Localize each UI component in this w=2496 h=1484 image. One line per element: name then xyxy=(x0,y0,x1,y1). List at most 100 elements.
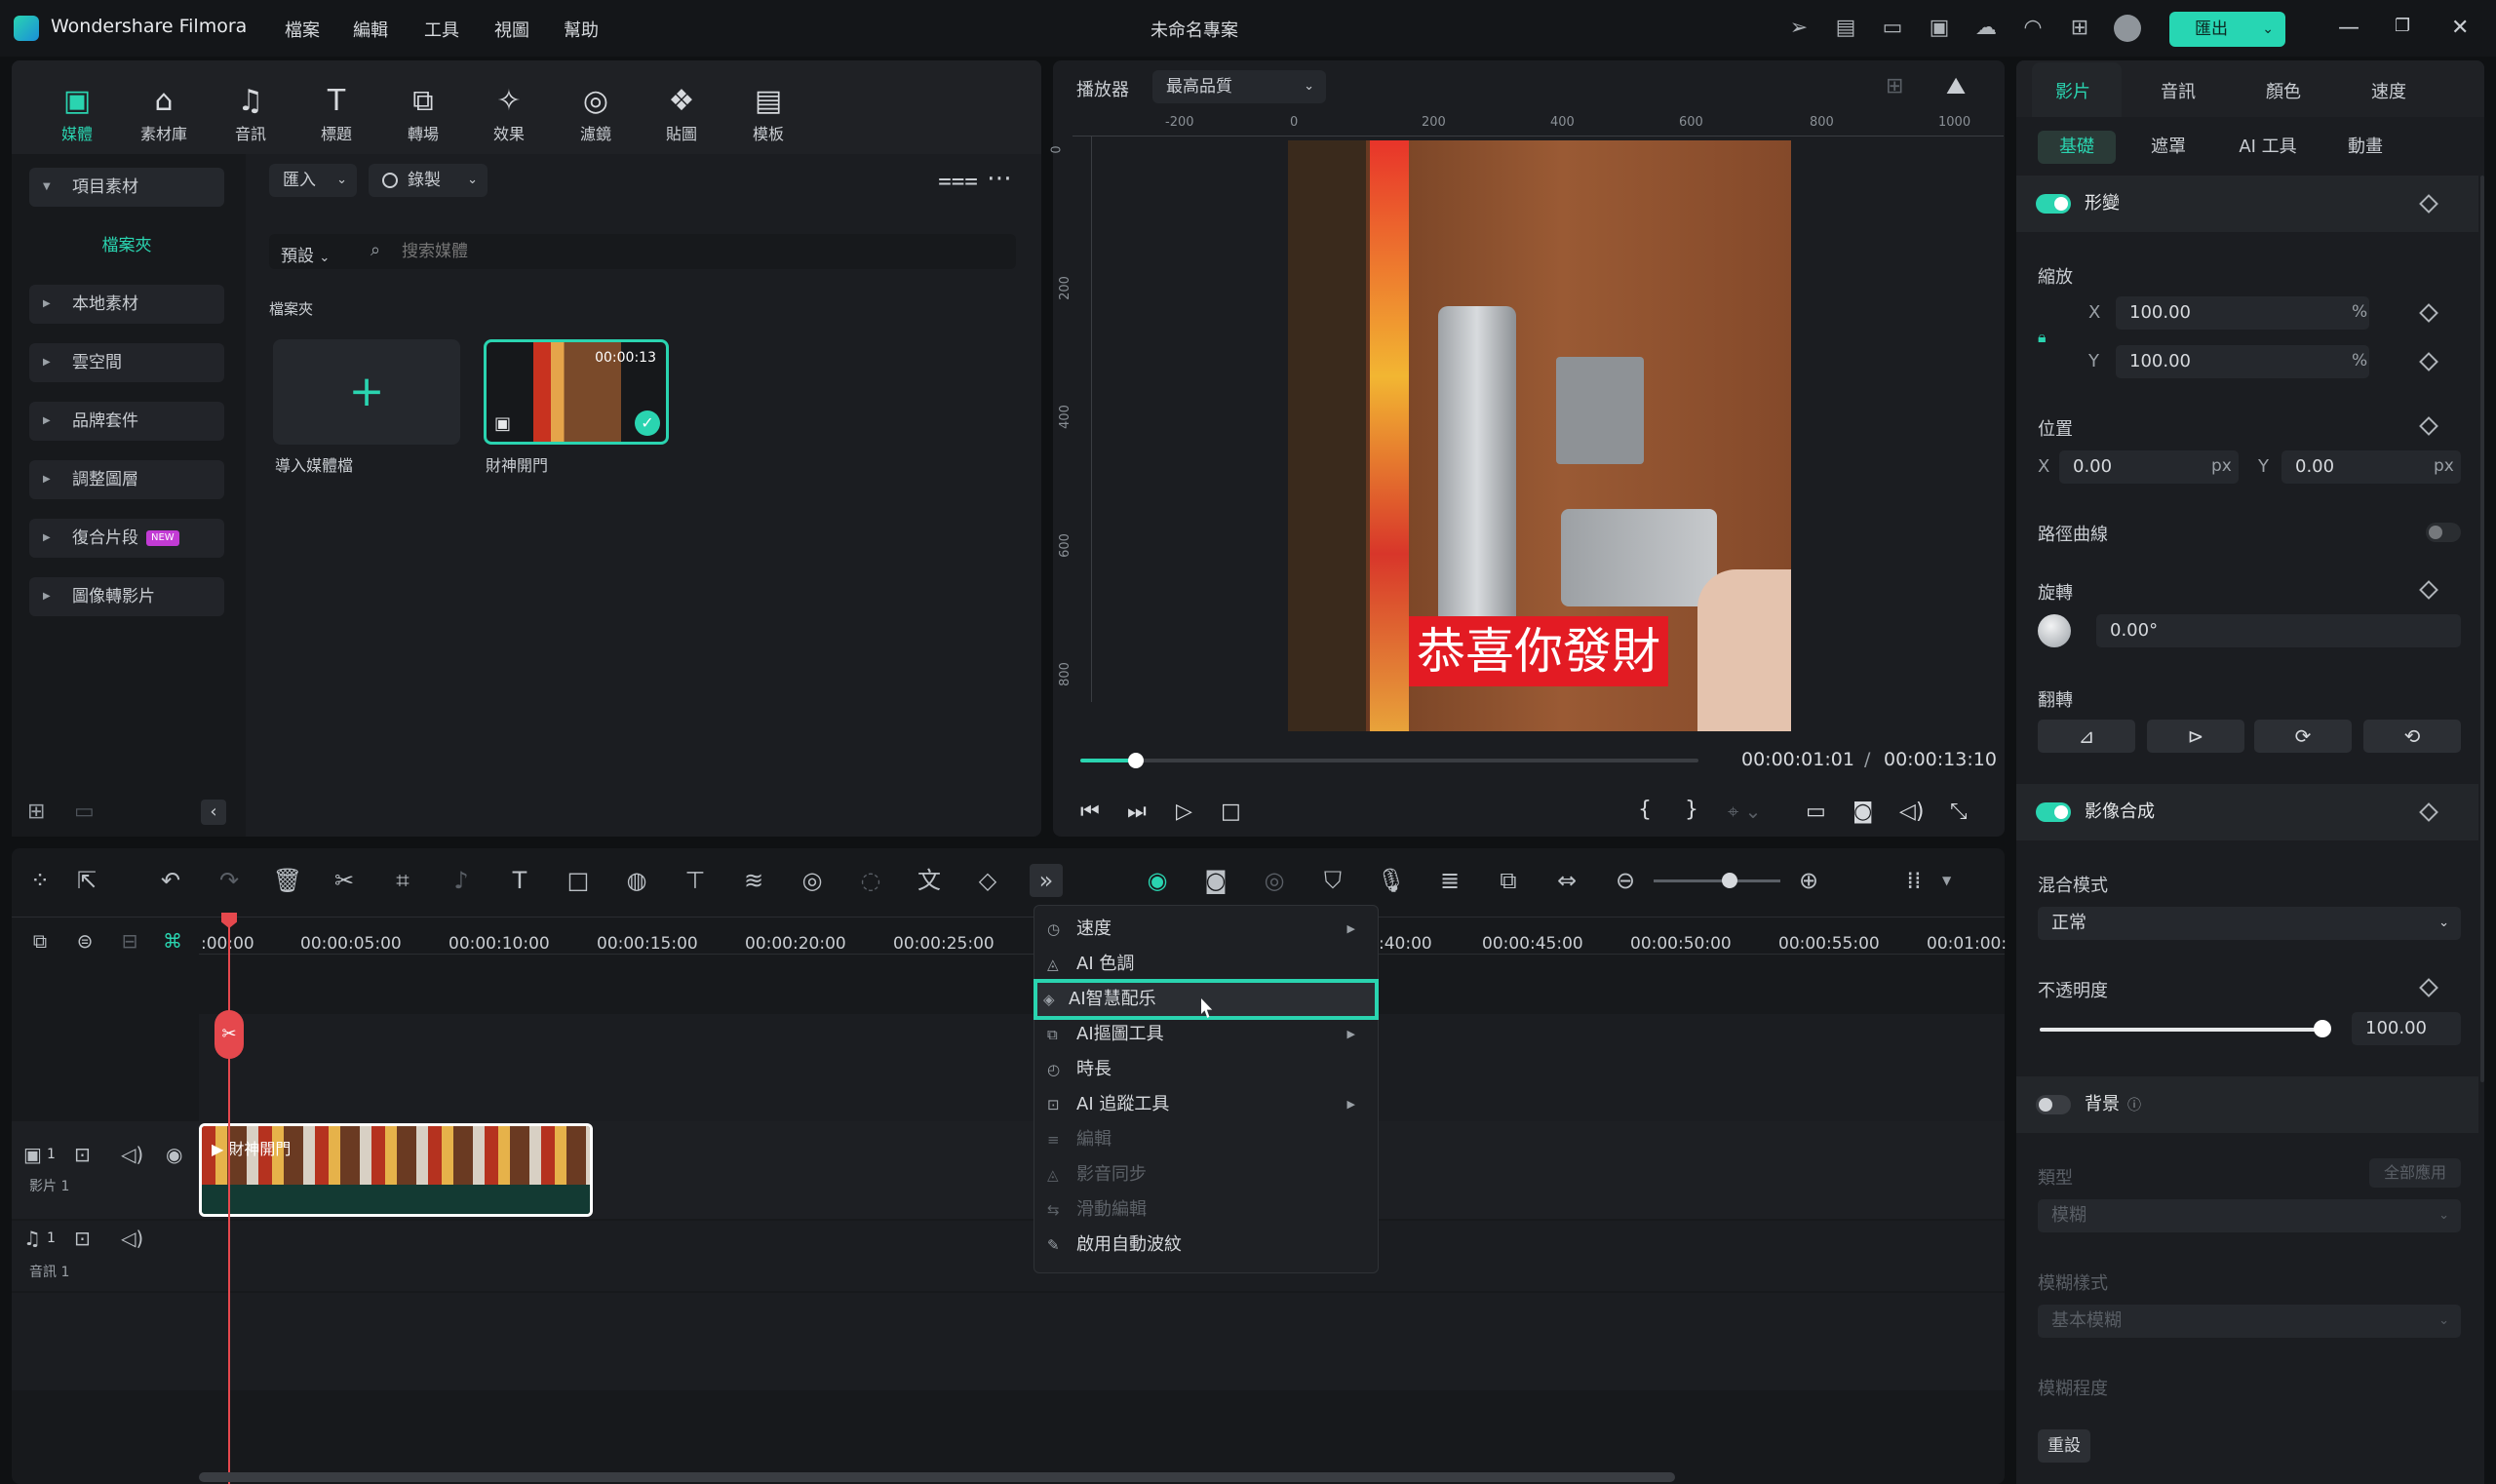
layout-icon[interactable]: ⁘ xyxy=(23,864,57,897)
import-button[interactable]: 匯入 ⌄ xyxy=(269,164,357,197)
lock-ratio-icon[interactable]: 🔒︎ xyxy=(2038,328,2047,347)
record-button[interactable]: 錄製 ⌄ xyxy=(369,164,488,197)
tab-speed[interactable]: 速度 xyxy=(2371,78,2406,103)
sidebar-item-brand-kit[interactable]: ▶ 品牌套件 xyxy=(29,402,224,441)
mute-icon[interactable]: ◁) xyxy=(121,1143,143,1166)
transform-toggle[interactable] xyxy=(2036,194,2071,214)
rotate-left-button[interactable]: ⟲ xyxy=(2363,720,2461,753)
microphone-icon[interactable]: 🎙︎ xyxy=(1375,864,1408,897)
tab-video[interactable]: 影片 xyxy=(2055,78,2090,103)
pip-icon[interactable]: ⧉ xyxy=(1492,864,1525,897)
new-folder-icon[interactable]: ⊞ xyxy=(27,800,45,824)
sort-dropdown[interactable]: 預設 ⌄ xyxy=(281,242,330,266)
snap-icon[interactable]: ⌘ xyxy=(156,924,189,957)
previous-frame-icon[interactable]: ⏮ xyxy=(1080,800,1100,824)
video-clip[interactable]: ▶ 財神開門 xyxy=(199,1123,593,1217)
minimize-icon[interactable]: — xyxy=(2338,16,2360,40)
scissors-icon[interactable]: ✂ xyxy=(214,1010,244,1059)
avatar[interactable] xyxy=(2114,15,2141,42)
save-icon[interactable]: ▣ xyxy=(1927,16,1952,41)
keyframe-tool-icon[interactable]: ◇ xyxy=(971,864,1004,897)
subtab-ai-tools[interactable]: AI 工具 xyxy=(2221,131,2315,164)
more-tools-icon[interactable]: » xyxy=(1030,864,1063,897)
menu-item-ai-tracking[interactable]: ⊡ AI 追蹤工具 ▶ xyxy=(1039,1088,1361,1121)
sidebar-item-compound-clip[interactable]: ▶ 復合片段 NEW xyxy=(29,519,224,558)
restore-icon[interactable]: ❐ xyxy=(2395,16,2410,36)
mute-icon[interactable]: ◁) xyxy=(121,1227,143,1250)
tab-transitions[interactable]: ⧉ 轉場 xyxy=(384,82,462,144)
menu-item-speed[interactable]: ◷ 速度 ▶ xyxy=(1039,913,1361,946)
quality-dropdown[interactable]: 最高品質 ⌄ xyxy=(1152,70,1326,103)
more-icon[interactable]: ⋯ xyxy=(987,164,1012,193)
delete-icon[interactable]: 🗑︎ xyxy=(271,864,304,897)
grid-view-icon[interactable]: ⊞ xyxy=(1886,74,1903,98)
close-icon[interactable]: ✕ xyxy=(2451,16,2469,40)
video-frame[interactable]: 恭喜你發財 xyxy=(1288,140,1791,731)
collapse-sidebar-button[interactable]: ‹ xyxy=(201,800,226,825)
path-curve-toggle[interactable] xyxy=(2426,523,2461,542)
fit-icon[interactable]: ⇔ xyxy=(1550,864,1583,897)
sidebar-item-adjustment-layer[interactable]: ▶ 調整圖層 xyxy=(29,460,224,499)
progress-handle[interactable] xyxy=(1128,753,1145,768)
scale-x-input[interactable]: 100.00 xyxy=(2116,296,2369,330)
shield-icon[interactable]: ⛉ xyxy=(1316,864,1349,897)
properties-scrollbar[interactable] xyxy=(2480,176,2484,1082)
tab-stock[interactable]: ⌂ 素材庫 xyxy=(125,82,203,144)
tab-templates[interactable]: ▤ 模板 xyxy=(729,82,807,144)
menu-item-duration[interactable]: ◴ 時長 xyxy=(1039,1053,1361,1086)
tab-audio[interactable]: 音訊 xyxy=(2161,78,2196,103)
sidebar-item-folder[interactable]: 檔案夾 xyxy=(29,226,224,265)
monitor-icon[interactable]: ▭ xyxy=(1880,16,1905,41)
zoom-handle[interactable] xyxy=(1722,873,1737,888)
opacity-slider-handle[interactable] xyxy=(2314,1020,2331,1037)
tab-stickers[interactable]: ❖ 貼圖 xyxy=(643,82,721,144)
color-icon[interactable]: ◍ xyxy=(620,864,653,897)
flip-horizontal-button[interactable]: ⊿ xyxy=(2038,720,2135,753)
zoom-out-icon[interactable]: ⊖ xyxy=(1609,864,1642,897)
shape-icon[interactable]: □ xyxy=(562,864,595,897)
cloud-upload-icon[interactable]: ☁ xyxy=(1973,16,1999,41)
tab-color[interactable]: 顏色 xyxy=(2266,78,2301,103)
play-icon[interactable]: ▷ xyxy=(1176,800,1192,824)
volume-icon[interactable]: ◁) xyxy=(1899,800,1925,824)
zoom-in-icon[interactable]: ⊕ xyxy=(1792,864,1825,897)
sidebar-item-image-to-video[interactable]: ▶ 圖像轉影片 xyxy=(29,577,224,616)
select-tool-icon[interactable]: ⇱ xyxy=(70,864,103,897)
background-toggle[interactable] xyxy=(2036,1095,2071,1114)
subtab-mask[interactable]: 遮罩 xyxy=(2129,131,2207,164)
scale-y-input[interactable]: 100.00 xyxy=(2116,345,2369,378)
headset-icon[interactable]: ◠ xyxy=(2020,16,2046,41)
snapshot-icon[interactable]: ◙ xyxy=(1852,800,1873,824)
subtab-basic[interactable]: 基礎 xyxy=(2038,131,2116,164)
translate-icon[interactable]: 文 xyxy=(913,864,946,897)
layout-grid-icon[interactable]: ⁞⁞ xyxy=(1897,864,1930,897)
image-icon[interactable]: ⛰ xyxy=(1946,72,1966,99)
flip-vertical-button[interactable]: ⊳ xyxy=(2147,720,2244,753)
menu-item-ai-color[interactable]: ◬ AI 色調 xyxy=(1039,948,1361,981)
menu-edit[interactable]: 編輯 xyxy=(353,17,388,42)
menu-item-ai-cutout[interactable]: ⧉ AI摳圖工具 ▶ xyxy=(1039,1018,1361,1051)
tab-titles[interactable]: T 標題 xyxy=(297,82,375,144)
lock-icon[interactable]: ⊡ xyxy=(74,1227,91,1250)
ai-copilot-icon[interactable]: ▤ xyxy=(1833,16,1858,41)
rotate-right-button[interactable]: ⟳ xyxy=(2254,720,2352,753)
rotation-input[interactable]: 0.00° xyxy=(2096,614,2461,647)
menu-tools[interactable]: 工具 xyxy=(424,17,459,42)
menu-file[interactable]: 檔案 xyxy=(285,17,320,42)
menu-view[interactable]: 視圖 xyxy=(494,17,529,42)
mark-in-icon[interactable]: { xyxy=(1638,798,1652,822)
tab-media[interactable]: ▣ 媒體 xyxy=(38,82,116,144)
send-icon[interactable]: ➢ xyxy=(1786,16,1812,41)
display-icon[interactable]: ▭ xyxy=(1806,800,1826,824)
blend-mode-dropdown[interactable]: 正常 ⌄ xyxy=(2038,907,2461,940)
tab-filters[interactable]: ◎ 濾鏡 xyxy=(557,82,635,144)
ai-assistant-icon[interactable]: ◉ xyxy=(1141,864,1174,897)
add-track-icon[interactable]: ⧉ xyxy=(23,924,57,957)
stop-icon[interactable]: □ xyxy=(1221,800,1241,824)
filter-icon[interactable]: ⩶ xyxy=(938,166,978,193)
sidebar-item-local[interactable]: ▶ 本地素材 xyxy=(29,285,224,324)
tab-effects[interactable]: ✧ 效果 xyxy=(470,82,548,144)
link-icon[interactable]: ⊜ xyxy=(68,924,101,957)
mask-icon[interactable]: ◎ xyxy=(796,864,829,897)
menu-help[interactable]: 幫助 xyxy=(564,17,599,42)
